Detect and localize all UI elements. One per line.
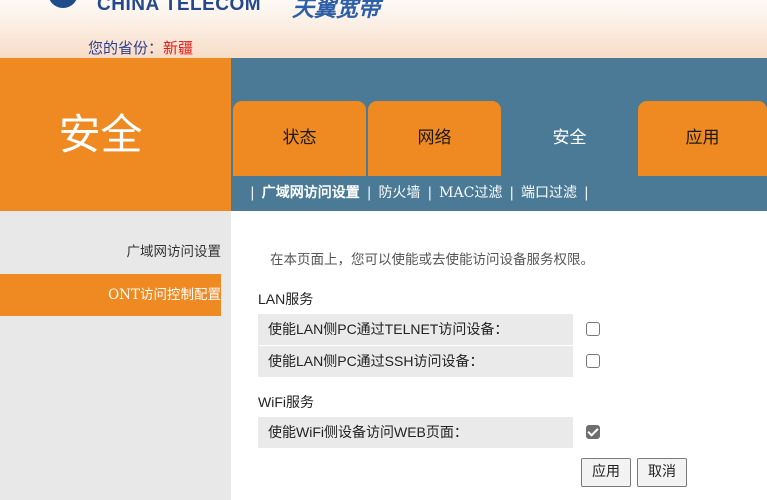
ssh-access-checkbox[interactable] [586,354,600,368]
subnav-item-wan-access[interactable]: 广域网访问设置 [262,185,360,201]
sidebar-item-ont-access-control[interactable]: ONT访问控制配置 [0,274,221,316]
subnav-separator: | [427,185,433,201]
subnav-item-firewall[interactable]: 防火墙 [378,185,420,201]
china-telecom-logo-icon [48,0,78,8]
province-label: 您的省份： [88,39,164,57]
brand-name-cn: 天翼宽带 [292,0,381,22]
tab-security[interactable]: 安全 [503,101,636,176]
subnav-separator: | [509,185,515,201]
section-title: 安全 [58,110,143,159]
content-panel: 在本页面上，您可以使能或去使能访问设备服务权限。 LAN服务 使能LAN侧PC通… [234,220,767,500]
subnav-item-port-filter[interactable]: 端口过滤 [521,185,577,201]
page-header: CHINA TELECOM 天翼宽带 您的省份：新疆 [0,0,767,58]
sidebar: 广域网访问设置 ONT访问控制配置 [0,211,231,500]
tab-network[interactable]: 网络 [368,101,501,176]
province-value: 新疆 [163,39,194,57]
telnet-access-label: 使能LAN侧PC通过TELNET访问设备： [258,314,573,345]
apply-button[interactable]: 应用 [581,458,631,487]
wifi-service-heading: WiFi服务 [258,394,314,410]
sidebar-item-wan-access[interactable]: 广域网访问设置 [0,231,222,273]
brand-name-en: CHINA TELECOM [97,0,262,15]
subnav-separator: | [584,185,589,201]
subnav-item-mac-filter[interactable]: MAC过滤 [439,185,502,201]
province-indicator: 您的省份：新疆 [88,37,193,58]
tab-application[interactable]: 应用 [638,101,767,176]
subnav-separator: | [366,185,372,201]
section-title-box: 安全 [0,58,231,211]
telnet-access-checkbox[interactable] [586,322,600,336]
tab-status[interactable]: 状态 [233,101,366,176]
lan-service-heading: LAN服务 [258,291,314,307]
sub-navigation: | 广域网访问设置 | 防火墙 | MAC过滤 | 端口过滤 | [243,183,596,203]
wifi-web-access-label: 使能WiFi侧设备访问WEB页面： [258,417,573,448]
page-description: 在本页面上，您可以使能或去使能访问设备服务权限。 [270,252,594,268]
ssh-access-label: 使能LAN侧PC通过SSH访问设备： [258,346,573,377]
cancel-button[interactable]: 取消 [637,458,687,487]
wifi-web-access-checkbox[interactable] [586,425,600,439]
subnav-separator: | [250,185,255,201]
